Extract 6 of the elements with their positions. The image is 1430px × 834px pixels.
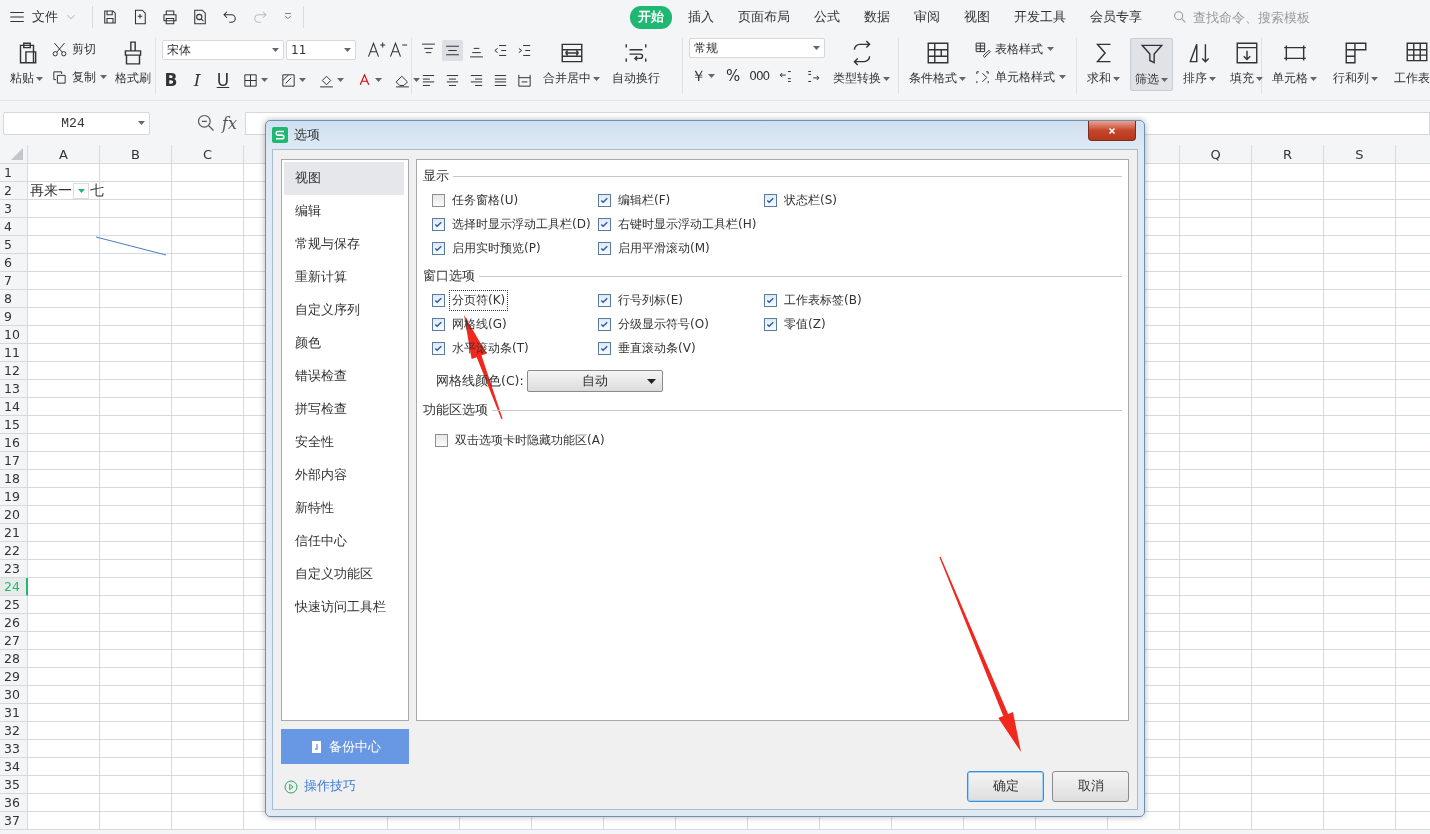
cell-text: 七 — [90, 182, 104, 200]
cell-text: 再来一 — [30, 182, 72, 200]
section-title: 功能区选项 — [423, 401, 488, 419]
dialog-title: 选项 — [294, 126, 320, 144]
section-title: 窗口选项 — [423, 267, 475, 285]
section-title: 显示 — [423, 167, 449, 185]
